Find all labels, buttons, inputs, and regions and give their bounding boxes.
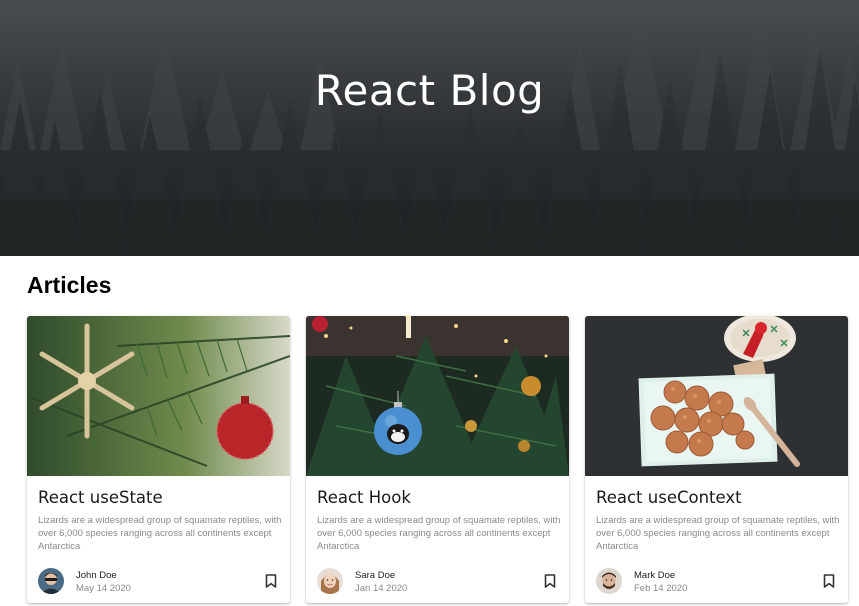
card-title[interactable]: React useContext [596,488,742,507]
bookmark-icon[interactable] [544,574,556,588]
card-title[interactable]: React Hook [317,488,411,507]
bookmark-icon[interactable] [265,574,277,588]
author-name: Mark Doe [634,570,676,581]
card-title[interactable]: React useState [38,488,163,507]
card-description: Lizards are a widespread group of squama… [596,515,840,552]
article-card-hook[interactable]: React Hook Lizards are a widespread grou… [306,316,569,603]
section-title: Articles [27,272,112,298]
author-name: John Doe [76,570,117,581]
article-card-usecontext[interactable]: React useContext Lizards are a widesprea… [585,316,848,603]
author-name: Sara Doe [355,570,396,581]
avatar[interactable] [317,568,343,594]
card-footer: Mark Doe Feb 14 2020 [596,568,841,596]
card-description: Lizards are a widespread group of squama… [38,515,282,552]
card-footer: John Doe May 14 2020 [38,568,283,596]
card-image[interactable] [27,316,290,476]
post-date: Jan 14 2020 [355,583,408,594]
post-date: May 14 2020 [76,583,131,594]
avatar[interactable] [596,568,622,594]
card-footer: Sara Doe Jan 14 2020 [317,568,562,596]
avatar[interactable] [38,568,64,594]
bookmark-icon[interactable] [823,574,835,588]
post-date: Feb 14 2020 [634,583,688,594]
hero-forest-image [0,0,859,256]
article-card-usestate[interactable]: React useState Lizards are a widespread … [27,316,290,603]
blog-title: React Blog [314,66,545,115]
card-image[interactable] [306,316,569,476]
card-description: Lizards are a widespread group of squama… [317,515,561,552]
hero-banner: React Blog [0,0,859,256]
card-image[interactable] [585,316,848,476]
